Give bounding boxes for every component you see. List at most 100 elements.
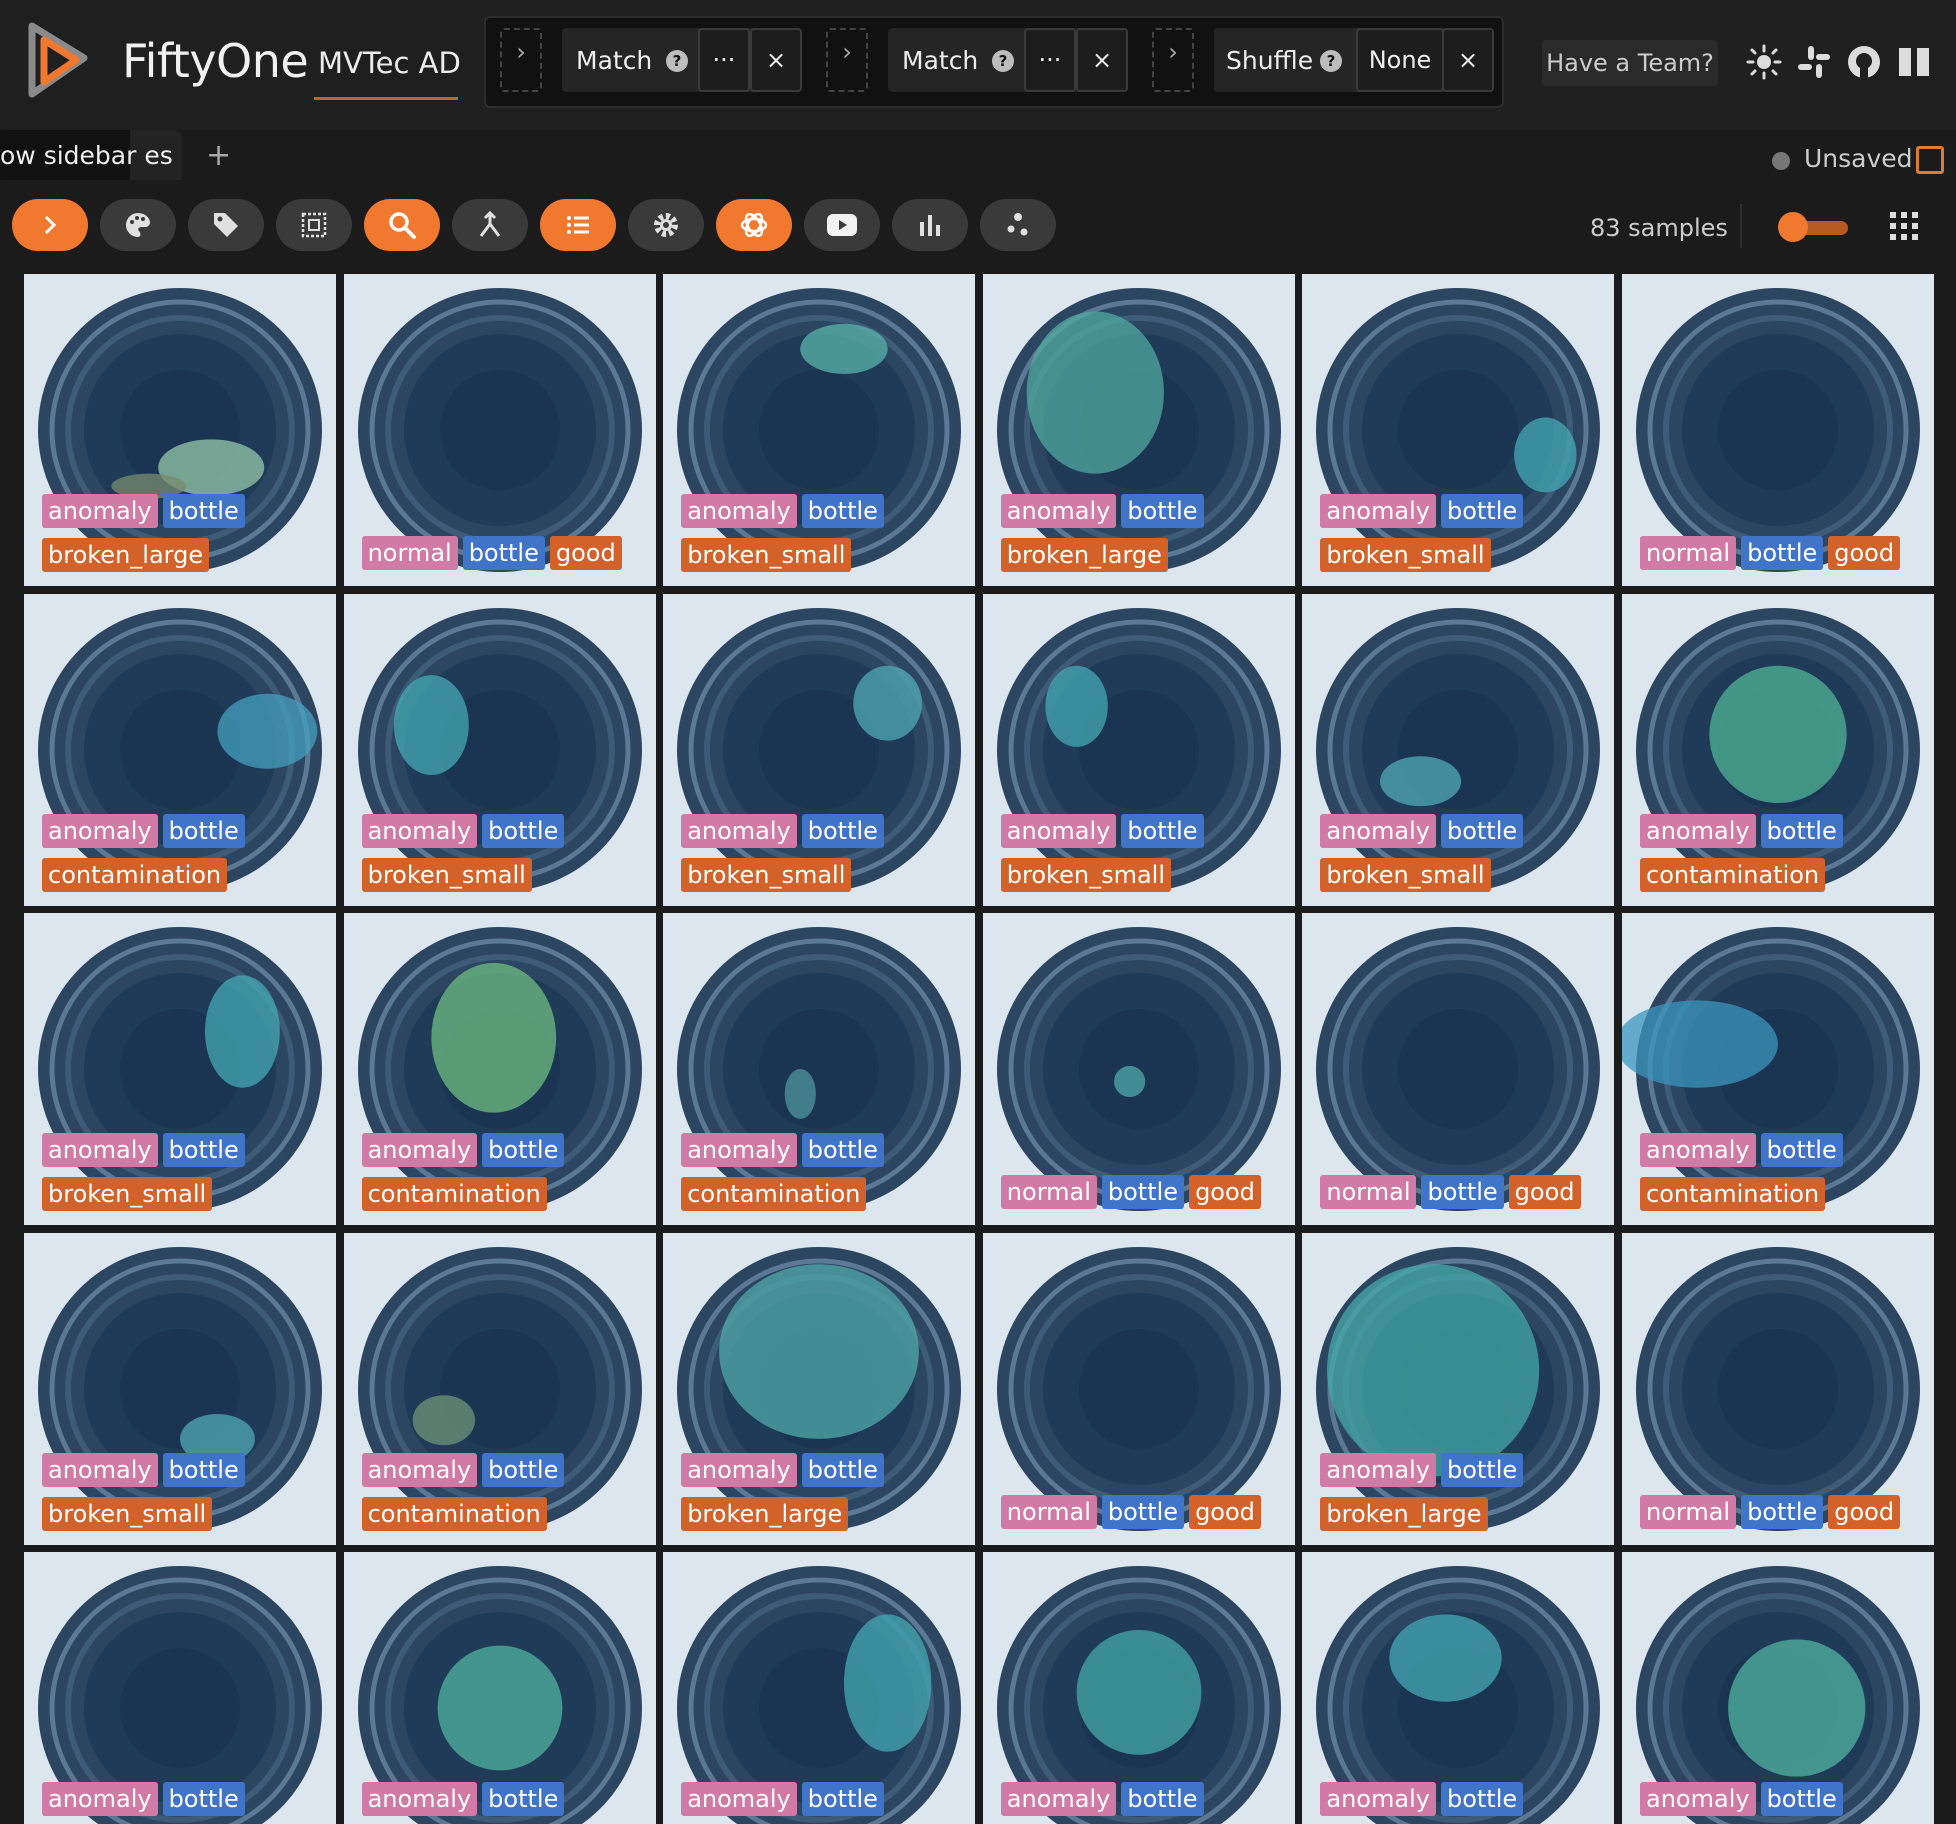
list-view-button[interactable] <box>540 199 616 251</box>
slack-icon[interactable] <box>1796 44 1832 80</box>
view-stage-shuffle[interactable]: Shuffle ? None × <box>1214 28 1494 92</box>
close-icon[interactable]: × <box>750 28 802 92</box>
color-scheme-button[interactable] <box>100 199 176 251</box>
sample-tile[interactable]: anomaly bottle broken_small <box>343 593 656 906</box>
category-tag: bottle <box>801 813 884 848</box>
fiftyone-logo-icon[interactable] <box>22 20 100 100</box>
stage-label: Match <box>902 46 979 75</box>
split-tag: anomaly <box>42 813 158 848</box>
sample-tile[interactable]: normal bottle good <box>1622 274 1934 586</box>
dataset-selector[interactable]: MVTec AD <box>318 46 461 80</box>
sample-tile[interactable]: anomaly bottle contamination <box>663 913 976 1226</box>
close-icon[interactable]: × <box>1442 28 1494 92</box>
sample-tile[interactable]: normal bottle good <box>1302 913 1615 1226</box>
sample-tile[interactable]: anomaly bottle <box>982 1552 1295 1824</box>
sample-tile[interactable]: anomaly bottle contamination <box>24 593 336 906</box>
tab-samples[interactable]: ow sidebar es <box>0 130 182 180</box>
defect-label: broken_small <box>42 1177 213 1212</box>
sample-tile[interactable]: anomaly bottle contamination <box>1622 593 1934 906</box>
sample-tile[interactable]: normal bottle good <box>343 274 656 586</box>
histogram-button[interactable] <box>892 199 968 251</box>
sample-tags: normal bottle good <box>1640 536 1930 586</box>
layout-icon[interactable] <box>1916 146 1944 174</box>
stage-value[interactable]: None <box>1356 28 1444 92</box>
defect-label: good <box>1828 536 1901 570</box>
expand-sidebar-button[interactable] <box>12 199 88 251</box>
sample-tile[interactable]: anomaly bottle broken_large <box>1302 1232 1615 1545</box>
sample-tile[interactable]: anomaly bottle contamination <box>343 1232 656 1545</box>
view-stage-match-2[interactable]: Match ? ··· × <box>888 28 1128 92</box>
sample-tile[interactable]: anomaly bottle broken_small <box>24 913 336 1226</box>
stage-label: Match <box>576 46 653 75</box>
help-icon[interactable]: ? <box>1320 50 1342 72</box>
split-tag: normal <box>1640 1494 1737 1529</box>
sample-tile[interactable]: anomaly bottle broken_large <box>24 274 336 586</box>
panel-tabs-bar: ow sidebar es + Unsaved <box>0 130 1956 180</box>
openai-plugin-button[interactable] <box>716 199 792 251</box>
have-a-team-button[interactable]: Have a Team? <box>1542 40 1718 86</box>
stage-value[interactable]: ··· <box>1024 28 1076 92</box>
sample-tile[interactable]: normal bottle good <box>1622 1232 1934 1545</box>
sample-tile[interactable]: anomaly bottle <box>1622 1552 1934 1824</box>
sample-tags: anomaly bottle contamination <box>361 1133 652 1221</box>
sample-tile[interactable]: anomaly bottle <box>343 1552 656 1824</box>
sample-tile[interactable]: anomaly bottle broken_large <box>982 274 1295 586</box>
sample-tile[interactable]: anomaly bottle broken_large <box>663 1232 976 1545</box>
split-tag: anomaly <box>1320 1452 1436 1487</box>
settings-button[interactable] <box>628 199 704 251</box>
category-tag: bottle <box>482 813 565 848</box>
video-button[interactable] <box>804 199 880 251</box>
view-bar: › Match ? ··· × › Match ? ··· × › Shuffl… <box>484 16 1504 108</box>
sample-tags: anomaly bottle <box>361 1782 652 1824</box>
sample-tile[interactable]: anomaly bottle contamination <box>343 913 656 1226</box>
sample-tile[interactable]: normal bottle good <box>982 1232 1295 1545</box>
view-stage-match-1[interactable]: Match ? ··· × <box>562 28 802 92</box>
sample-tile[interactable]: anomaly bottle broken_small <box>982 593 1295 906</box>
sample-tile[interactable]: anomaly bottle broken_small <box>663 274 976 586</box>
sample-tile[interactable]: normal bottle good <box>982 913 1295 1226</box>
sample-tile[interactable]: anomaly bottle <box>1302 1552 1615 1824</box>
sample-tile[interactable]: anomaly bottle <box>663 1552 976 1824</box>
grid-size-icon[interactable] <box>1890 212 1918 240</box>
help-icon[interactable]: ? <box>992 50 1014 72</box>
sample-grid: anomaly bottle broken_large normal bottle go… <box>24 274 1934 1824</box>
stage-insert-arrow-3[interactable]: › <box>1152 28 1194 92</box>
sample-tags: anomaly bottle <box>1640 1782 1930 1824</box>
zoom-slider-handle[interactable] <box>1778 212 1808 242</box>
sample-tags: anomaly bottle broken_large <box>42 494 332 582</box>
stage-value[interactable]: ··· <box>698 28 750 92</box>
add-panel-button[interactable]: + <box>206 138 231 173</box>
sun-icon[interactable] <box>1746 44 1782 80</box>
segmentation-mask <box>1622 1000 1778 1088</box>
help-icon[interactable]: ? <box>666 50 688 72</box>
segmentation-mask <box>1380 755 1462 806</box>
bar-chart-icon <box>920 215 940 236</box>
embeddings-button[interactable] <box>980 199 1056 251</box>
split-tag: anomaly <box>1000 813 1117 848</box>
category-tag: bottle <box>1760 813 1843 848</box>
patches-icon <box>301 212 327 238</box>
sample-tile[interactable]: anomaly bottle broken_small <box>1302 593 1615 906</box>
sample-tile[interactable]: anomaly bottle broken_small <box>24 1232 336 1545</box>
category-tag: bottle <box>801 1782 884 1817</box>
tag-button[interactable] <box>188 199 264 251</box>
similarity-search-button[interactable] <box>364 199 440 251</box>
sample-tags: anomaly bottle broken_small <box>1000 813 1291 902</box>
sample-tile[interactable]: anomaly bottle contamination <box>1622 913 1934 1226</box>
segmentation-mask <box>853 665 923 741</box>
sample-tile[interactable]: anomaly bottle broken_small <box>663 593 976 906</box>
search-icon <box>389 212 416 239</box>
merge-button[interactable] <box>452 199 528 251</box>
sample-tile[interactable]: anomaly bottle <box>24 1552 336 1824</box>
split-tag: normal <box>1640 536 1737 570</box>
github-icon[interactable] <box>1846 44 1882 80</box>
close-icon[interactable]: × <box>1076 28 1128 92</box>
defect-label: contamination <box>361 1496 547 1531</box>
defect-label: good <box>1189 1494 1261 1529</box>
docs-book-icon[interactable] <box>1896 44 1932 80</box>
stage-insert-arrow-1[interactable]: › <box>500 28 542 92</box>
stage-insert-arrow-2[interactable]: › <box>826 28 868 92</box>
sample-tile[interactable]: anomaly bottle broken_small <box>1302 274 1615 586</box>
tab-label: ow sidebar es <box>0 141 173 170</box>
select-patches-button[interactable] <box>276 199 352 251</box>
